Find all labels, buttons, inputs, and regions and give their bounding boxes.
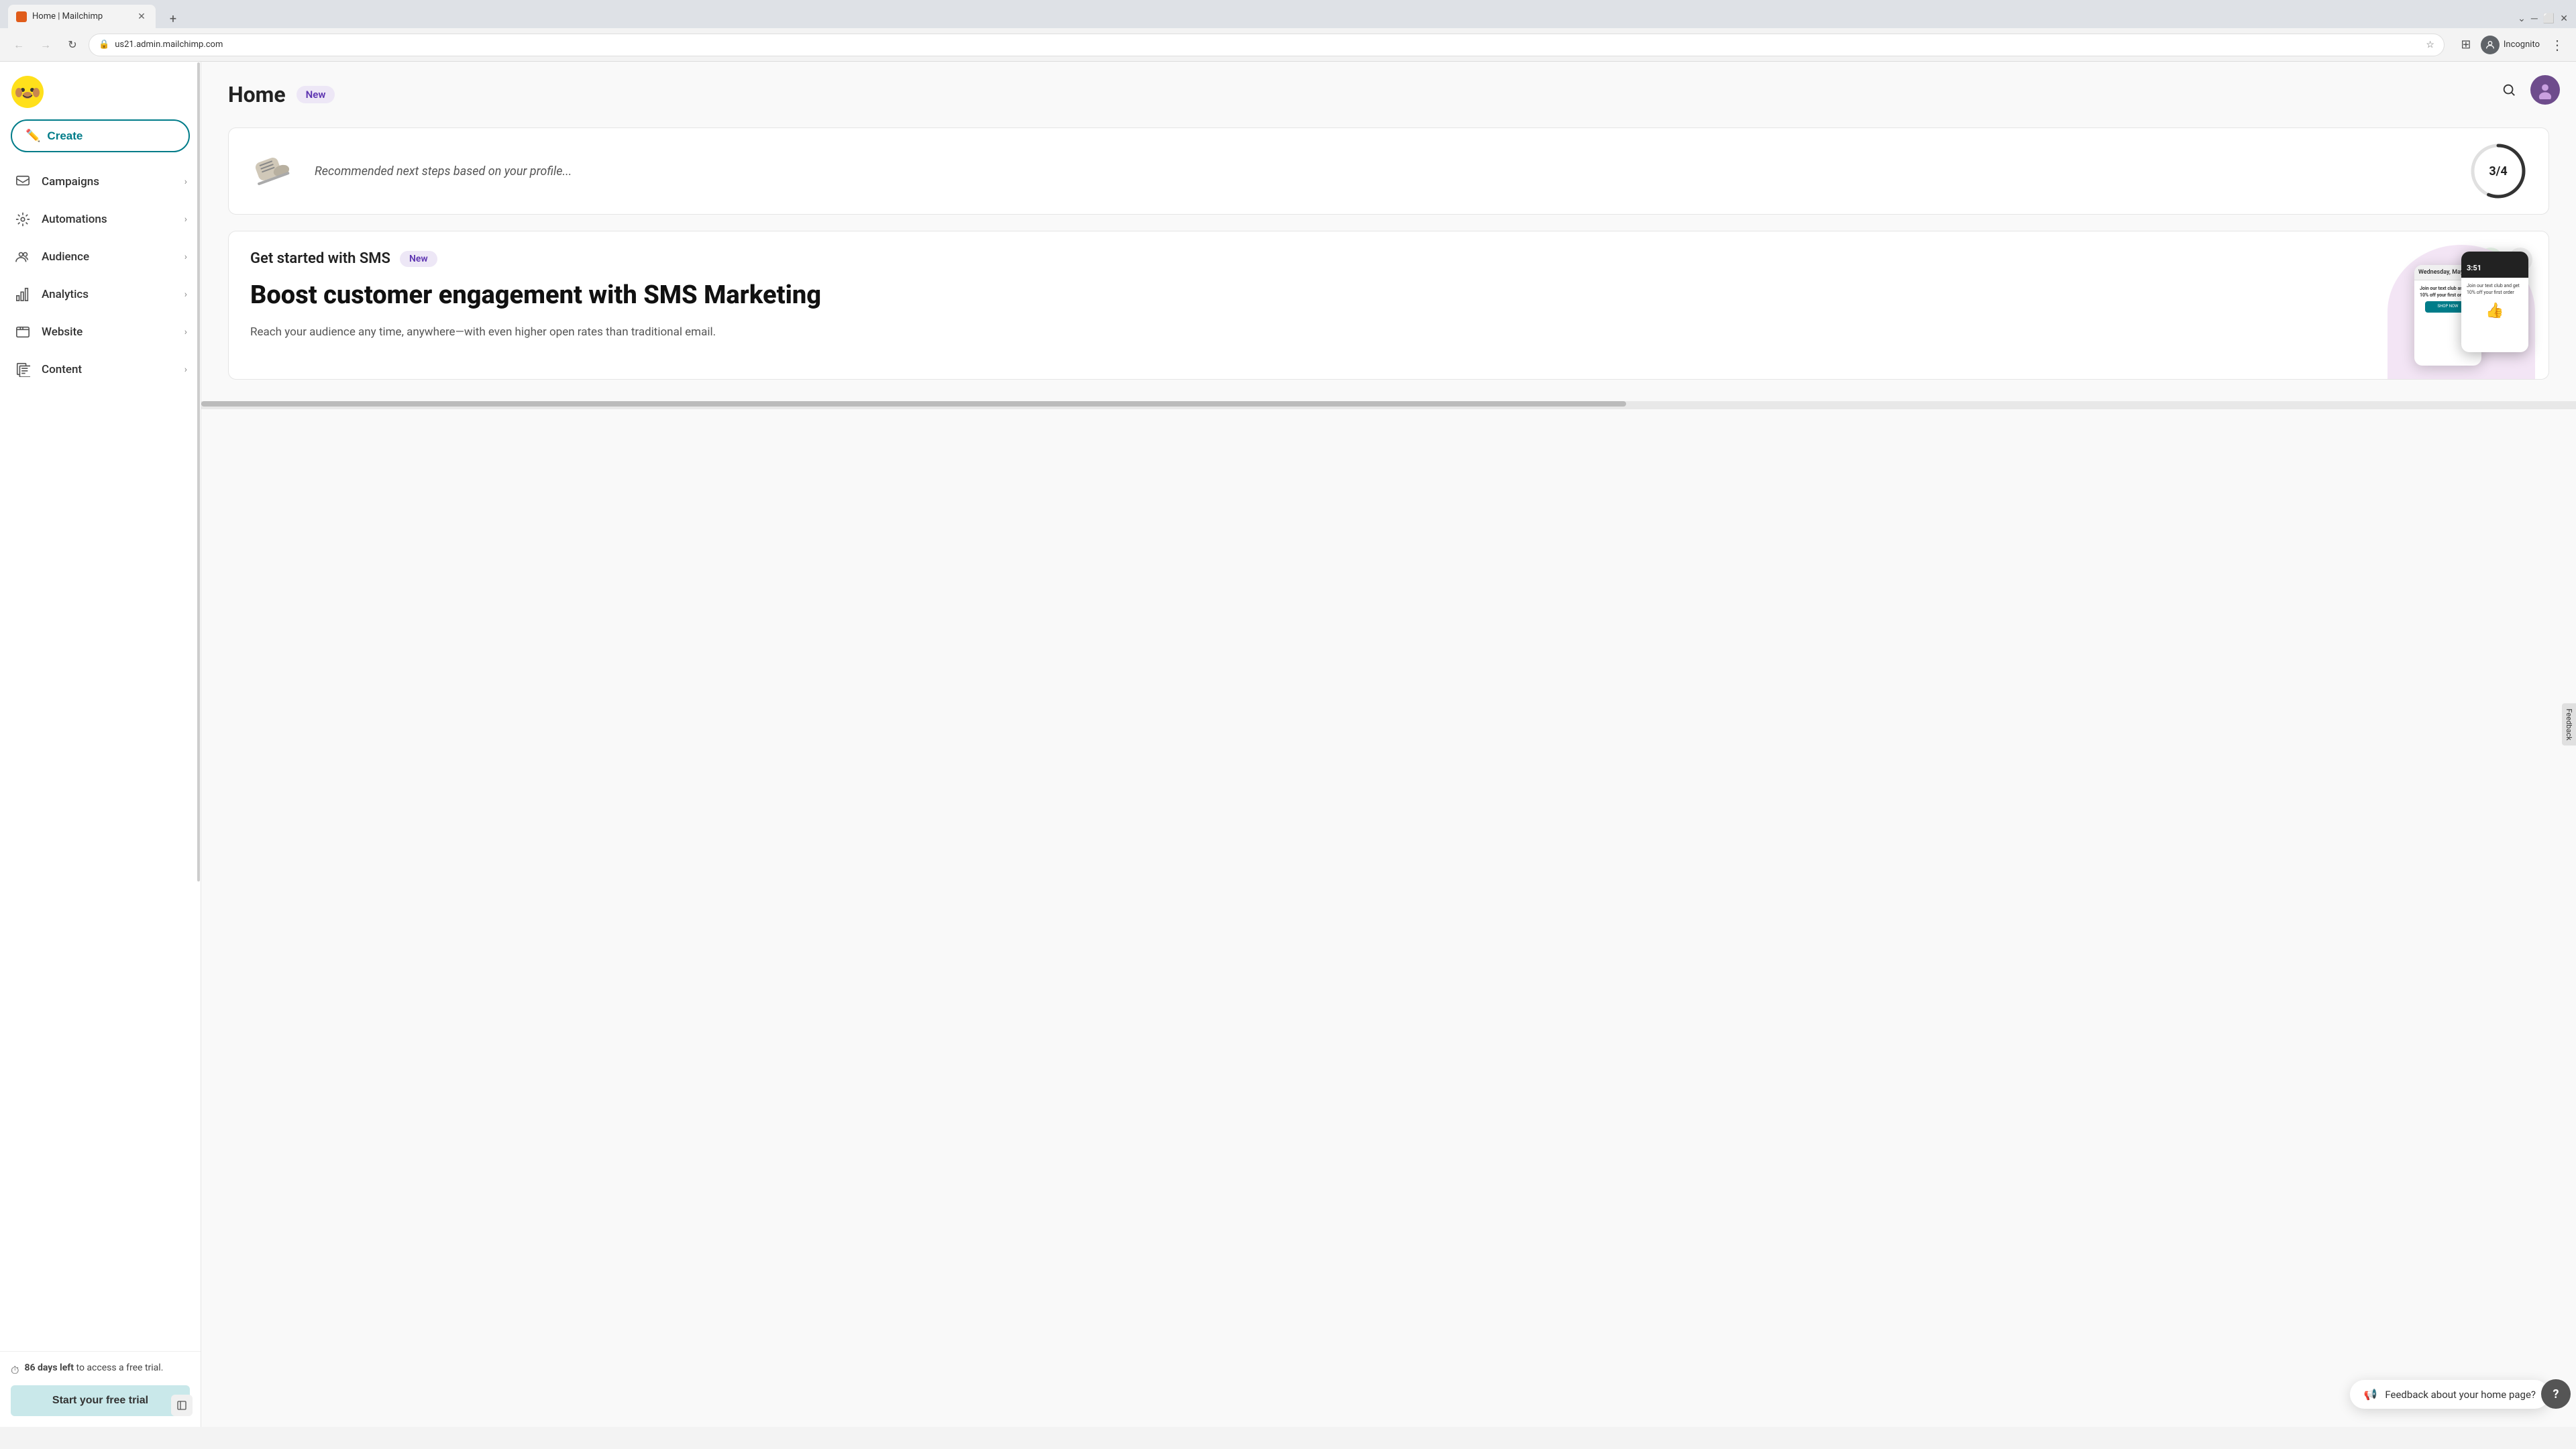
- phone-mockup-front: 3:51 Join our text club and get 10% off …: [2461, 252, 2528, 352]
- pencil-icon: ✏️: [25, 129, 40, 143]
- tab-title: Home | Mailchimp: [32, 11, 103, 21]
- sms-headline: Boost customer engagement with SMS Marke…: [250, 280, 1616, 311]
- mailchimp-logo[interactable]: [11, 75, 44, 109]
- nav-menu: Campaigns › Automations ›: [0, 163, 201, 1351]
- sidebar-item-automations[interactable]: Automations ›: [0, 201, 201, 238]
- content-icon: [13, 360, 32, 379]
- tab-close-button[interactable]: ✕: [136, 11, 148, 23]
- scrollbar-thumb: [201, 401, 1626, 407]
- content-label: Content: [42, 363, 175, 376]
- sms-section: Get started with SMS New ✓ ∧ Boost custo…: [228, 231, 2549, 380]
- sidebar: ✏️ Create Campaigns ›: [0, 62, 201, 1427]
- feedback-text: Feedback about your home page?: [2385, 1389, 2536, 1401]
- sidebar-footer: ⏱ 86 days left to access a free trial. S…: [0, 1351, 201, 1427]
- phone-front-content: Join our text club and get 10% off your …: [2461, 278, 2528, 325]
- days-left-bold: 86 days left: [24, 1362, 74, 1373]
- phone-front-header: 3:51: [2461, 252, 2528, 278]
- website-icon: [13, 323, 32, 341]
- tab-favicon: [16, 11, 27, 22]
- audience-icon: [13, 248, 32, 266]
- lock-icon: 🔒: [99, 40, 109, 50]
- sms-section-title: Get started with SMS: [250, 250, 390, 267]
- create-button[interactable]: ✏️ Create: [11, 119, 190, 152]
- sidebar-item-content[interactable]: Content ›: [0, 351, 201, 388]
- feedback-sidebar-tab[interactable]: Feedback: [2562, 703, 2576, 745]
- progress-text: 3/4: [2489, 164, 2507, 178]
- app-header: [2479, 62, 2576, 118]
- new-tab-button[interactable]: +: [164, 9, 182, 28]
- sidebar-collapse-button[interactable]: [171, 1395, 193, 1416]
- automations-icon: [13, 210, 32, 229]
- main-content: Home New: [201, 62, 2576, 1427]
- sms-illustration: Wednesday, May 5 Join our text club and …: [2347, 245, 2535, 379]
- page-new-badge: New: [297, 86, 335, 103]
- campaigns-chevron: ›: [184, 176, 187, 187]
- campaigns-label: Campaigns: [42, 175, 175, 189]
- user-avatar[interactable]: [2530, 75, 2560, 105]
- incognito-badge[interactable]: [2481, 36, 2500, 54]
- sms-section-header: Get started with SMS New: [250, 250, 2527, 267]
- bookmark-icon[interactable]: ☆: [2426, 40, 2434, 50]
- maximize-button[interactable]: ⬜: [2543, 13, 2555, 24]
- thumb-emoji: 👍: [2467, 303, 2523, 319]
- sms-description: Reach your audience any time, anywhere—w…: [250, 323, 1503, 341]
- feedback-bar[interactable]: 📢 Feedback about your home page?: [2350, 1380, 2549, 1409]
- feedback-announcement-icon: 📢: [2363, 1388, 2377, 1401]
- sms-new-badge: New: [400, 251, 437, 267]
- analytics-chevron: ›: [184, 289, 187, 300]
- page-title: Home: [228, 82, 286, 107]
- search-button[interactable]: [2496, 76, 2522, 103]
- phone-front-text: Join our text club and get 10% off your …: [2467, 283, 2523, 297]
- back-button[interactable]: ←: [8, 34, 30, 56]
- recommended-icon: [248, 144, 301, 198]
- days-left-rest: to access a free trial.: [76, 1362, 164, 1373]
- recommended-section: Recommended next steps based on your pro…: [228, 127, 2549, 215]
- minimize-button[interactable]: ─: [2531, 13, 2538, 24]
- url-text: us21.admin.mailchimp.com: [115, 40, 2420, 50]
- sidebar-item-campaigns[interactable]: Campaigns ›: [0, 163, 201, 201]
- campaigns-icon: [13, 172, 32, 191]
- sidebar-item-website[interactable]: Website ›: [0, 313, 201, 351]
- page-header: Home New: [228, 82, 2549, 107]
- website-label: Website: [42, 325, 175, 339]
- close-window-button[interactable]: ✕: [2560, 13, 2568, 24]
- active-tab[interactable]: Home | Mailchimp ✕: [8, 5, 156, 28]
- sidebar-item-audience[interactable]: Audience ›: [0, 238, 201, 276]
- forward-button[interactable]: →: [35, 34, 56, 56]
- incognito-label: Incognito: [2504, 40, 2540, 50]
- menu-button[interactable]: ⋮: [2546, 34, 2568, 56]
- bottom-scrollbar[interactable]: [201, 401, 2576, 409]
- help-button[interactable]: ?: [2541, 1379, 2571, 1409]
- phone-time: 3:51: [2467, 264, 2481, 272]
- analytics-icon: [13, 285, 32, 304]
- audience-label: Audience: [42, 250, 175, 264]
- content-chevron: ›: [184, 364, 187, 375]
- automations-label: Automations: [42, 213, 175, 226]
- website-chevron: ›: [184, 327, 187, 337]
- recommended-text: Recommended next steps based on your pro…: [315, 164, 572, 178]
- create-label: Create: [47, 129, 83, 143]
- bookmarks-button[interactable]: ⊞: [2455, 34, 2477, 56]
- sidebar-scrollbar: [197, 62, 201, 1427]
- progress-indicator: 3/4: [2468, 141, 2528, 201]
- address-bar[interactable]: 🔒 us21.admin.mailchimp.com ☆: [89, 34, 2445, 56]
- analytics-label: Analytics: [42, 288, 175, 301]
- sidebar-header: [0, 62, 201, 119]
- start-trial-button[interactable]: Start your free trial: [11, 1385, 190, 1416]
- reload-button[interactable]: ↻: [62, 34, 83, 56]
- automations-chevron: ›: [184, 214, 187, 225]
- audience-chevron: ›: [184, 252, 187, 262]
- days-left-text: ⏱ 86 days left to access a free trial.: [11, 1362, 190, 1377]
- sidebar-item-analytics[interactable]: Analytics ›: [0, 276, 201, 313]
- tab-list-button[interactable]: ⌄: [2518, 13, 2526, 24]
- clock-icon: ⏱: [11, 1364, 19, 1377]
